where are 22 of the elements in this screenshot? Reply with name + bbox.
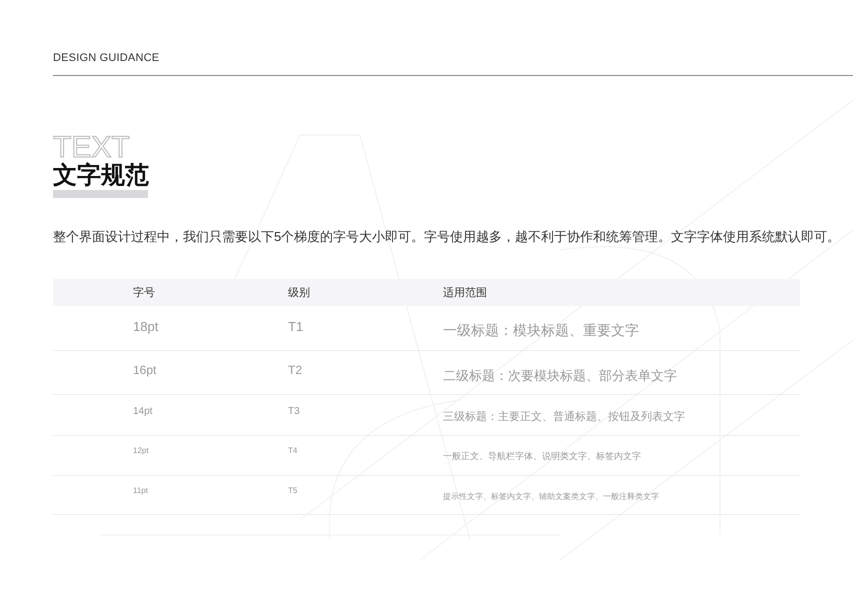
table-cell-text: 18pt: [133, 319, 160, 334]
description-text: 整个界面设计过程中，我们只需要以下5个梯度的字号大小即可。字号使用越多，越不利于协作和统筹管理。文字字体使用系统默认即可。: [53, 228, 840, 246]
table-cell-text: T4: [288, 446, 298, 455]
title-backdrop-text: TEXT: [53, 134, 130, 162]
table-cell-text: T1: [288, 319, 304, 334]
page-title: 文字规范: [53, 163, 149, 189]
column-header: 适用范围: [443, 286, 488, 300]
table-cell-text: 二级标题：次要模块标题、部分表单文字: [443, 367, 678, 385]
column-header: 级别: [288, 286, 311, 300]
table-cell-text: 提示性文字、标签内文字、辅助文案类文字、一般注释类文字: [443, 491, 660, 502]
column-header: 字号: [133, 286, 156, 300]
table-cell-text: 16pt: [133, 363, 158, 377]
table-cell-text: 三级标题：主要正文、普通标题、按钮及列表文字: [443, 410, 686, 424]
table-cell-text: T5: [288, 486, 298, 495]
table-cell-text: 12pt: [133, 446, 150, 455]
table-cell-text: 一般正文、导航栏字体、说明类文字、标签内文字: [443, 450, 642, 463]
header-label: DESIGN GUIDANCE: [53, 52, 160, 66]
table-cell-text: T3: [288, 406, 301, 417]
table-cell-text: T2: [288, 363, 304, 377]
table-cell-text: 14pt: [133, 406, 154, 417]
table-cell-text: 11pt: [133, 486, 149, 495]
table-cell-text: 一级标题：模块标题、重要文字: [443, 322, 640, 340]
